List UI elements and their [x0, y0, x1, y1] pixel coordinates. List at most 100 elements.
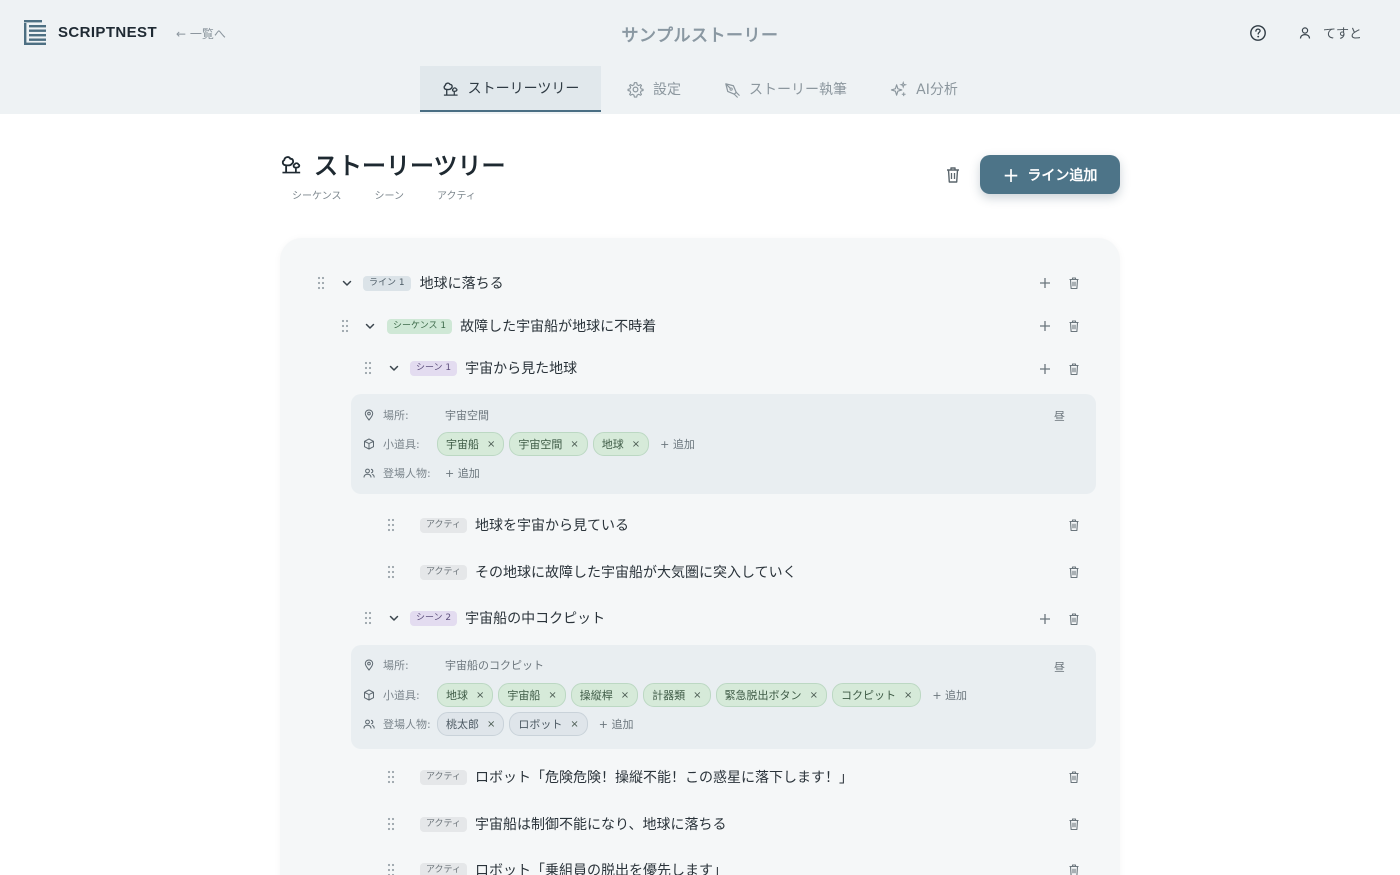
- legend-scene: シーン: [374, 191, 405, 202]
- user-name: てすと: [1323, 27, 1363, 42]
- chevron-down-icon[interactable]: [388, 612, 400, 624]
- plus-icon[interactable]: [1038, 362, 1052, 376]
- close-icon[interactable]: ×: [548, 690, 556, 701]
- characters-label: 登場人物:: [383, 467, 431, 480]
- trash-icon[interactable]: [1067, 319, 1081, 333]
- add-character-link[interactable]: + 追加: [599, 716, 634, 732]
- close-icon[interactable]: ×: [487, 719, 495, 730]
- close-icon[interactable]: ×: [632, 439, 640, 450]
- trash-icon[interactable]: [1067, 863, 1081, 875]
- close-icon[interactable]: ×: [810, 690, 818, 701]
- gear-icon: [627, 81, 644, 98]
- plus-icon[interactable]: [1038, 612, 1052, 626]
- tab-ai-analysis[interactable]: AI分析: [880, 66, 968, 112]
- tree-sequence-row[interactable]: シーケンス 1 故障した宇宙船が地球に不時着: [340, 311, 1080, 341]
- tree-line-row[interactable]: ライン 1 地球に落ちる: [316, 268, 1086, 298]
- drag-handle-icon[interactable]: [386, 518, 396, 532]
- action-title[interactable]: 地球を宇宙から見ている: [475, 515, 629, 535]
- line-badge: ライン 1: [363, 275, 411, 291]
- delete-all-icon[interactable]: [943, 165, 963, 185]
- close-icon[interactable]: ×: [621, 690, 629, 701]
- character-chip[interactable]: 桃太郎 ×: [437, 712, 505, 736]
- chevron-down-icon[interactable]: [388, 362, 400, 374]
- type-legend: シーケンス シーン アクティ: [292, 187, 509, 202]
- action-title[interactable]: 宇宙船は制御不能になり、地球に落ちる: [475, 814, 726, 834]
- scene-badge: シーン 2: [410, 610, 458, 626]
- location-value[interactable]: 宇宙空間: [445, 407, 489, 423]
- trash-icon[interactable]: [1067, 518, 1081, 532]
- prop-chip[interactable]: 地球 ×: [592, 432, 650, 456]
- chevron-down-icon[interactable]: [364, 320, 376, 332]
- time-of-day[interactable]: 昼: [1054, 408, 1065, 424]
- user-menu-button[interactable]: てすと: [1297, 23, 1362, 42]
- tab-settings[interactable]: 設定: [612, 66, 696, 112]
- drag-handle-icon[interactable]: [386, 863, 396, 875]
- tree-action-row[interactable]: アクティ 宇宙船は制御不能になり、地球に落ちる: [386, 809, 1086, 839]
- action-title[interactable]: ロボット「危険危険！操縦不能！この惑星に落下します！」: [475, 767, 853, 787]
- tree-icon: [443, 82, 458, 96]
- sparkles-icon: [890, 80, 908, 96]
- props-chips: 地球 × 宇宙船 × 操縦桿 × 計器類 × 緊急脱出ボタン × コクピット × + 追加: [437, 683, 967, 707]
- action-title[interactable]: ロボット「乗組員の脱出を優先します」: [475, 860, 727, 875]
- scene-title[interactable]: 宇宙から見た地球: [465, 358, 577, 378]
- user-icon: [1299, 26, 1311, 39]
- add-prop-link[interactable]: + 追加: [932, 687, 967, 703]
- drag-handle-icon[interactable]: [340, 319, 350, 333]
- tab-story-tree[interactable]: ストーリーツリー: [420, 66, 601, 112]
- close-icon[interactable]: ×: [487, 439, 495, 450]
- drag-handle-icon[interactable]: [363, 361, 373, 375]
- help-icon[interactable]: [1249, 24, 1267, 42]
- prop-chip[interactable]: 計器類 ×: [643, 683, 711, 707]
- tree-scene-row[interactable]: シーン 1 宇宙から見た地球: [363, 353, 1083, 383]
- drag-handle-icon[interactable]: [316, 276, 326, 290]
- add-line-button[interactable]: + ライン追加: [980, 155, 1120, 194]
- sequence-title[interactable]: 故障した宇宙船が地球に不時着: [460, 316, 656, 336]
- pen-icon: [725, 82, 740, 98]
- add-prop-link[interactable]: + 追加: [660, 436, 695, 452]
- trash-icon[interactable]: [1067, 817, 1081, 831]
- prop-chip[interactable]: 宇宙船 ×: [498, 683, 566, 707]
- close-icon[interactable]: ×: [476, 690, 484, 701]
- drag-handle-icon[interactable]: [386, 565, 396, 579]
- location-label: 場所:: [383, 409, 409, 422]
- action-title[interactable]: その地球に故障した宇宙船が大気圏に突入していく: [475, 562, 797, 582]
- tree-action-row[interactable]: アクティ ロボット「乗組員の脱出を優先します」: [386, 855, 1086, 875]
- drag-handle-icon[interactable]: [386, 770, 396, 784]
- plus-icon[interactable]: [1038, 319, 1052, 333]
- add-character-link[interactable]: + 追加: [445, 465, 480, 481]
- drag-handle-icon[interactable]: [386, 817, 396, 831]
- scene-title[interactable]: 宇宙船の中コクピット: [465, 608, 605, 628]
- close-icon[interactable]: ×: [693, 690, 701, 701]
- tree-action-row[interactable]: アクティ その地球に故障した宇宙船が大気圏に突入していく: [386, 557, 1086, 587]
- chevron-down-icon[interactable]: [341, 277, 353, 289]
- prop-chip[interactable]: 宇宙船 ×: [437, 432, 505, 456]
- trash-icon[interactable]: [1067, 565, 1081, 579]
- legend-sequence: シーケンス: [292, 191, 342, 202]
- action-badge: アクティ: [420, 517, 468, 533]
- prop-chip[interactable]: 緊急脱出ボタン ×: [715, 683, 827, 707]
- plus-icon[interactable]: [1038, 276, 1052, 290]
- trash-icon[interactable]: [1067, 612, 1081, 626]
- trash-icon[interactable]: [1067, 362, 1081, 376]
- tree-action-row[interactable]: アクティ ロボット「危険危険！操縦不能！この惑星に落下します！」: [386, 762, 1086, 792]
- close-icon[interactable]: ×: [570, 439, 578, 450]
- location-value[interactable]: 宇宙船のコクピット: [445, 657, 544, 673]
- character-chip[interactable]: ロボット ×: [509, 712, 588, 736]
- prop-chip[interactable]: 宇宙空間 ×: [509, 432, 588, 456]
- time-of-day[interactable]: 昼: [1054, 659, 1065, 675]
- action-badge: アクティ: [420, 816, 468, 832]
- prop-chip[interactable]: 地球 ×: [437, 683, 494, 707]
- drag-handle-icon[interactable]: [363, 611, 373, 625]
- prop-chip[interactable]: コクピット ×: [831, 683, 922, 707]
- close-icon[interactable]: ×: [904, 690, 912, 701]
- line-title[interactable]: 地球に落ちる: [420, 273, 504, 293]
- trash-icon[interactable]: [1067, 276, 1081, 290]
- tree-action-row[interactable]: アクティ 地球を宇宙から見ている: [386, 510, 1086, 540]
- tree-scene-row[interactable]: シーン 2 宇宙船の中コクピット: [363, 603, 1083, 633]
- close-icon[interactable]: ×: [570, 719, 578, 730]
- tab-story-writing[interactable]: ストーリー執筆: [712, 66, 858, 112]
- trash-icon[interactable]: [1067, 770, 1081, 784]
- prop-chip[interactable]: 操縦桿 ×: [570, 683, 639, 707]
- users-icon: [363, 468, 375, 478]
- character-chips: 桃太郎 × ロボット × + 追加: [437, 712, 634, 736]
